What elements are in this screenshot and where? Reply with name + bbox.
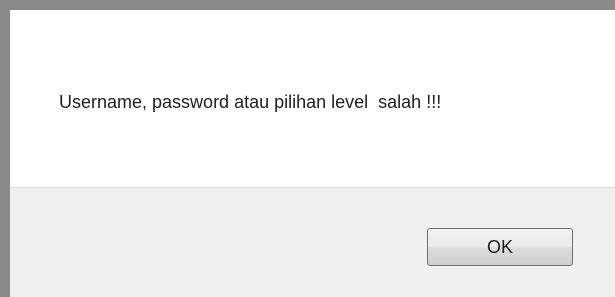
ok-button[interactable]: OK <box>427 228 573 266</box>
alert-message: Username, password atau pilihan level sa… <box>59 92 442 112</box>
message-area: Username, password atau pilihan level sa… <box>10 10 615 187</box>
alert-dialog: Username, password atau pilihan level sa… <box>0 0 615 297</box>
button-bar: OK <box>10 187 615 297</box>
